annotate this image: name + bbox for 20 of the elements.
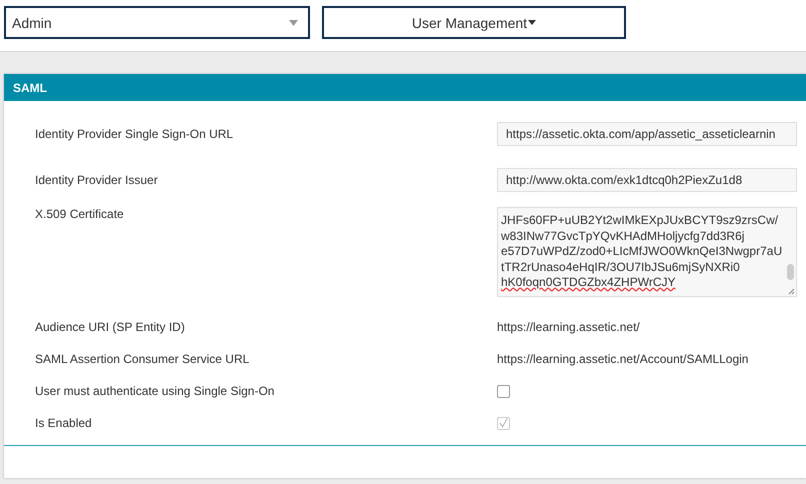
text-field[interactable]: https://assetic.okta.com/app/assetic_asseticlearnin [497, 122, 797, 146]
scrollbar-thumb[interactable] [787, 264, 794, 280]
resize-grip-icon[interactable] [788, 288, 795, 295]
dropdown-arrow-icon [289, 20, 298, 26]
field-label: Audience URI (SP Entity ID) [35, 320, 186, 334]
module-select[interactable]: Admin [4, 6, 310, 39]
checkbox[interactable] [497, 384, 510, 398]
field-label: X.509 Certificate [35, 207, 125, 221]
field-label: Identity Provider Issuer [35, 173, 159, 187]
field-value: https://learning.assetic.net/ [497, 320, 640, 334]
field-label: SAML Assertion Consumer Service URL [35, 352, 250, 366]
text-field[interactable]: http://www.okta.com/exk1dtcq0h2PiexZu1d8 [497, 168, 797, 192]
user-management-menu-button[interactable]: User Management [322, 6, 626, 39]
field-label: User must authenticate using Single Sign-On [35, 384, 276, 398]
field-label: Is Enabled [35, 416, 93, 430]
caret-icon [528, 20, 536, 25]
panel-title: SAML [13, 80, 47, 94]
field-label: Identity Provider Single Sign-On URL [35, 127, 234, 141]
certificate-field[interactable]: JHFs60FP+uUB2Yt2wIMkEXpJUxBCYT9sz9zrsCw/ w83INw77GvcTpYQvKHAdMHoljycfg7dd3R6j e57D7uWPdZ/zod0+LIcMfJWO0WknQeI3Nwgpr7aU tTR2rUnaso4eHqIR/3OU7IbJSu6mjSyNXRi0 hK0foqn0GTDGZbx4ZHPWrCJY [497, 207, 797, 297]
field-value: https://learning.assetic.net/Account/SAMLLogin [497, 352, 748, 366]
